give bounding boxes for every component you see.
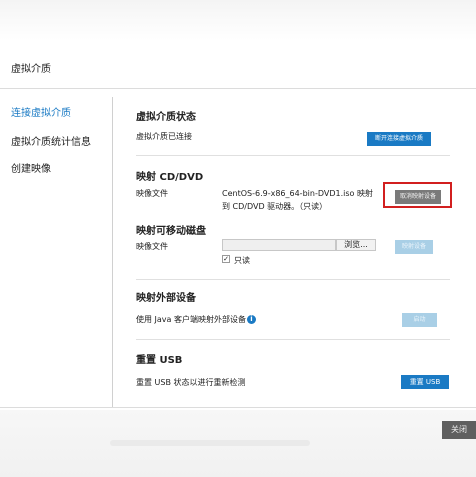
info-icon[interactable]: i <box>246 315 256 324</box>
sidebar-item-create-image[interactable]: 创建映像 <box>11 160 51 175</box>
browse-button[interactable]: 浏览... <box>336 239 376 251</box>
sidebar-item-media-stats[interactable]: 虚拟介质统计信息 <box>11 133 91 148</box>
section-divider <box>136 339 450 340</box>
section-divider <box>136 279 450 280</box>
highlight-box <box>383 182 452 208</box>
cd-image-file-label: 映像文件 <box>136 189 168 198</box>
footer-divider <box>0 407 476 408</box>
usb-section-title: 重置 USB <box>136 355 183 366</box>
cd-mapped-drive-text: 到 CD/DVD 驱动器。（只读） <box>222 202 328 211</box>
removable-section-title: 映射可移动磁盘 <box>136 226 206 237</box>
disconnect-media-button[interactable]: 断开连接虚拟介质 <box>367 132 431 146</box>
title-divider <box>0 88 476 89</box>
blurred-footer-element <box>110 440 310 446</box>
status-section-title: 虚拟介质状态 <box>136 112 196 123</box>
launch-button[interactable]: 启动 <box>402 313 437 327</box>
status-text: 虚拟介质已连接 <box>136 132 192 141</box>
close-button[interactable]: 关闭 <box>442 421 476 439</box>
usb-reset-text: 重置 USB 状态以进行重新检测 <box>136 378 246 387</box>
sidebar-divider <box>112 97 113 407</box>
image-file-input[interactable] <box>222 239 336 251</box>
external-device-text-label: 使用 Java 客户端映射外部设备 <box>136 315 246 324</box>
top-background <box>0 0 476 40</box>
reset-usb-button[interactable]: 重置 USB <box>401 375 449 389</box>
external-section-title: 映射外部设备 <box>136 293 196 304</box>
readonly-label: 只读 <box>234 256 250 265</box>
external-device-text: 使用 Java 客户端映射外部设备 i <box>136 314 256 325</box>
sidebar-item-connect-media[interactable]: 连接虚拟介质 <box>11 104 71 119</box>
readonly-checkbox[interactable]: ✓ <box>222 255 230 263</box>
cd-section-title: 映射 CD/DVD <box>136 172 204 183</box>
cd-mapped-file-text: CentOS-6.9-x86_64-bin-DVD1.iso 映射 <box>222 189 373 198</box>
map-device-button[interactable]: 映射设备 <box>395 240 433 254</box>
section-divider <box>136 155 450 156</box>
removable-image-file-label: 映像文件 <box>136 242 168 251</box>
dialog-title: 虚拟介质 <box>11 64 51 75</box>
